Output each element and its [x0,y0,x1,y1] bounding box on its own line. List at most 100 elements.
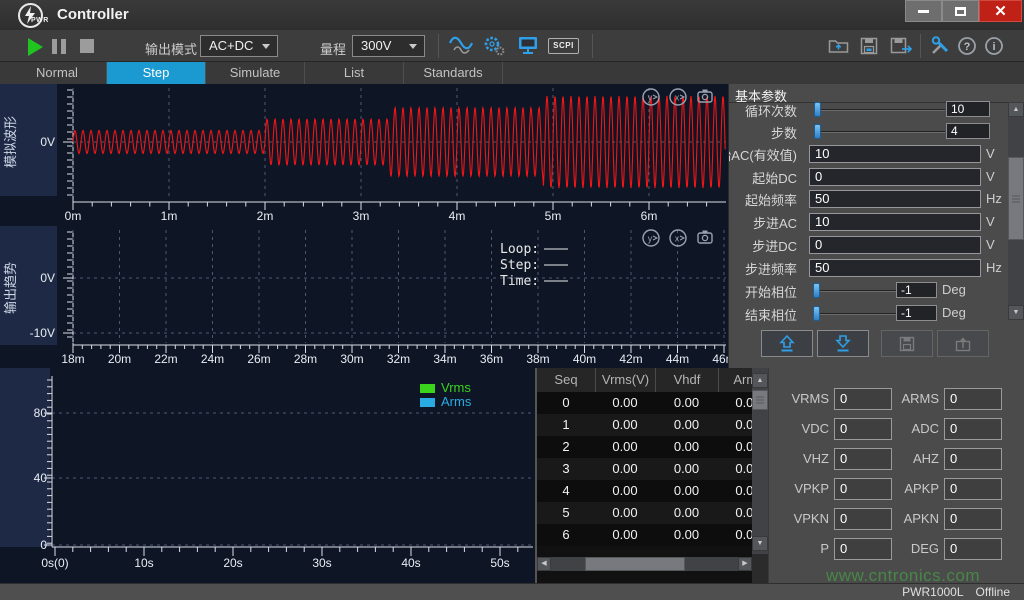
table-row[interactable]: 50.000.000.00 [537,502,752,524]
tab-standards[interactable]: Standards [404,62,503,84]
x-tick-label: 0m [65,209,82,223]
table-row[interactable]: 30.000.000.00 [537,458,752,480]
meas-label-vhz: VHZ [769,448,829,470]
svg-text:?: ? [964,41,971,53]
help-icon[interactable]: ? [957,36,977,56]
table-row[interactable]: 40.000.000.00 [537,480,752,502]
grip-icon [756,397,764,404]
param-value-field[interactable]: -1 [896,282,937,298]
slider-thumb[interactable] [814,124,821,139]
param-input-field[interactable]: 0 [809,168,981,186]
save-icon [897,334,917,354]
param-label: 开始相位 [728,282,797,301]
save-as-icon[interactable] [890,37,914,55]
param-input-field[interactable]: 0 [809,236,981,254]
table-cell: 0.00 [595,414,655,436]
measure-trend-chart: 040800s(0)10s20s30s40s50sVrmsArms [0,368,535,583]
table-cell: 0.00 [655,458,718,480]
tab-step[interactable]: Step [107,62,206,84]
table-cell: 6 [537,524,595,546]
scroll-down-arrow[interactable]: ▼ [1008,305,1024,320]
param-unit: V [986,237,995,252]
tab-normal[interactable]: Normal [8,62,107,84]
x-tick-label: 24m [201,352,224,366]
param-value-field[interactable]: 4 [946,123,990,139]
table-vscroll-thumb[interactable] [752,390,768,410]
tab-simulate[interactable]: Simulate [206,62,305,84]
param-input-field[interactable]: 10 [809,213,981,231]
display-icon[interactable] [516,35,540,57]
pause-button-bar2[interactable] [61,39,66,54]
meas-label-ahz: AHZ [879,448,939,470]
meas-value-apkn: 0 [944,508,1002,530]
x-tick-label: 26m [247,352,270,366]
slider-thumb[interactable] [814,102,821,117]
svg-text:x: x [675,234,680,244]
minimize-icon [918,10,929,13]
table-cell: 0.00 [655,392,718,414]
open-file-icon[interactable] [828,37,850,55]
table-hscroll-thumb[interactable] [585,557,685,571]
slider-track[interactable] [813,313,896,315]
meas-value-ahz: 0 [944,448,1002,470]
table-cell: 0.00 [595,436,655,458]
meas-label-deg: DEG [879,538,939,560]
close-icon: ✕ [994,4,1007,19]
waveform-icon[interactable] [448,35,474,57]
table-row[interactable]: 20.000.000.00 [537,436,752,458]
pause-button[interactable] [52,39,57,54]
slider-track[interactable] [814,131,945,133]
table-row[interactable]: 10.000.000.00 [537,414,752,436]
output-mode-select[interactable]: AC+DC [200,35,278,57]
stop-button[interactable] [80,39,94,53]
param-input-field[interactable]: 50 [809,259,981,277]
params-scrollbar-thumb[interactable] [1008,157,1024,240]
slider-track[interactable] [813,290,896,292]
range-label: 量程 [320,39,346,58]
save-list-button[interactable] [881,330,933,357]
table-cell: 0.00 [595,458,655,480]
move-down-button[interactable] [817,330,869,357]
meas-label-vpkp: VPKP [769,478,829,500]
scroll-right-arrow[interactable]: ▶ [738,557,752,571]
export-list-button[interactable] [937,330,989,357]
param-input-field[interactable]: 50 [809,190,981,208]
param-unit: Deg [942,282,966,297]
tools-icon[interactable] [929,35,952,58]
minimize-button[interactable] [905,0,942,22]
scpi-icon[interactable]: SCPI [548,38,579,54]
analog-waveform-chart: 模拟波形0V0m1m2m3m4m5m6myx [0,84,728,226]
info-icon[interactable]: i [984,36,1004,56]
table-row[interactable]: 00.000.000.00 [537,392,752,414]
scroll-up-arrow[interactable]: ▲ [752,373,768,388]
tab-list[interactable]: List [305,62,404,84]
slider-thumb[interactable] [813,306,820,321]
connection-state: Offline [976,585,1010,599]
output-mode-label: 输出模式 [145,39,197,58]
table-row[interactable]: 60.000.000.00 [537,524,752,546]
scroll-up-arrow[interactable]: ▲ [1008,102,1024,117]
settings-gears-icon[interactable] [482,35,506,57]
param-label: 结束相位 [728,305,797,324]
param-value-field[interactable]: 10 [946,101,990,117]
meas-label-vdc: VDC [769,418,829,440]
param-label: 起始频率 [728,190,797,209]
range-select[interactable]: 300V [352,35,425,57]
slider-track[interactable] [814,109,945,111]
close-button[interactable]: ✕ [979,0,1022,22]
move-up-button[interactable] [761,330,813,357]
param-value-field[interactable]: -1 [896,305,937,321]
legend-swatch-vrms [420,384,435,393]
run-button[interactable] [28,38,43,56]
svg-text:i: i [992,41,995,53]
table-cell: 0.00 [595,480,655,502]
column-header-vhdf: Vhdf [655,368,718,392]
x-tick-label: 20s [223,556,242,570]
maximize-button[interactable] [942,0,979,22]
basic-parameters-panel: 基本参数 循环次数10步数4始AC(有效值)10V起始DC0V起始频率50Hz步… [728,84,1024,368]
slider-thumb[interactable] [813,283,820,298]
param-input-field[interactable]: 10 [809,145,981,163]
save-icon[interactable] [860,37,880,55]
scroll-down-arrow[interactable]: ▼ [752,536,768,551]
scroll-left-arrow[interactable]: ◀ [537,557,551,571]
